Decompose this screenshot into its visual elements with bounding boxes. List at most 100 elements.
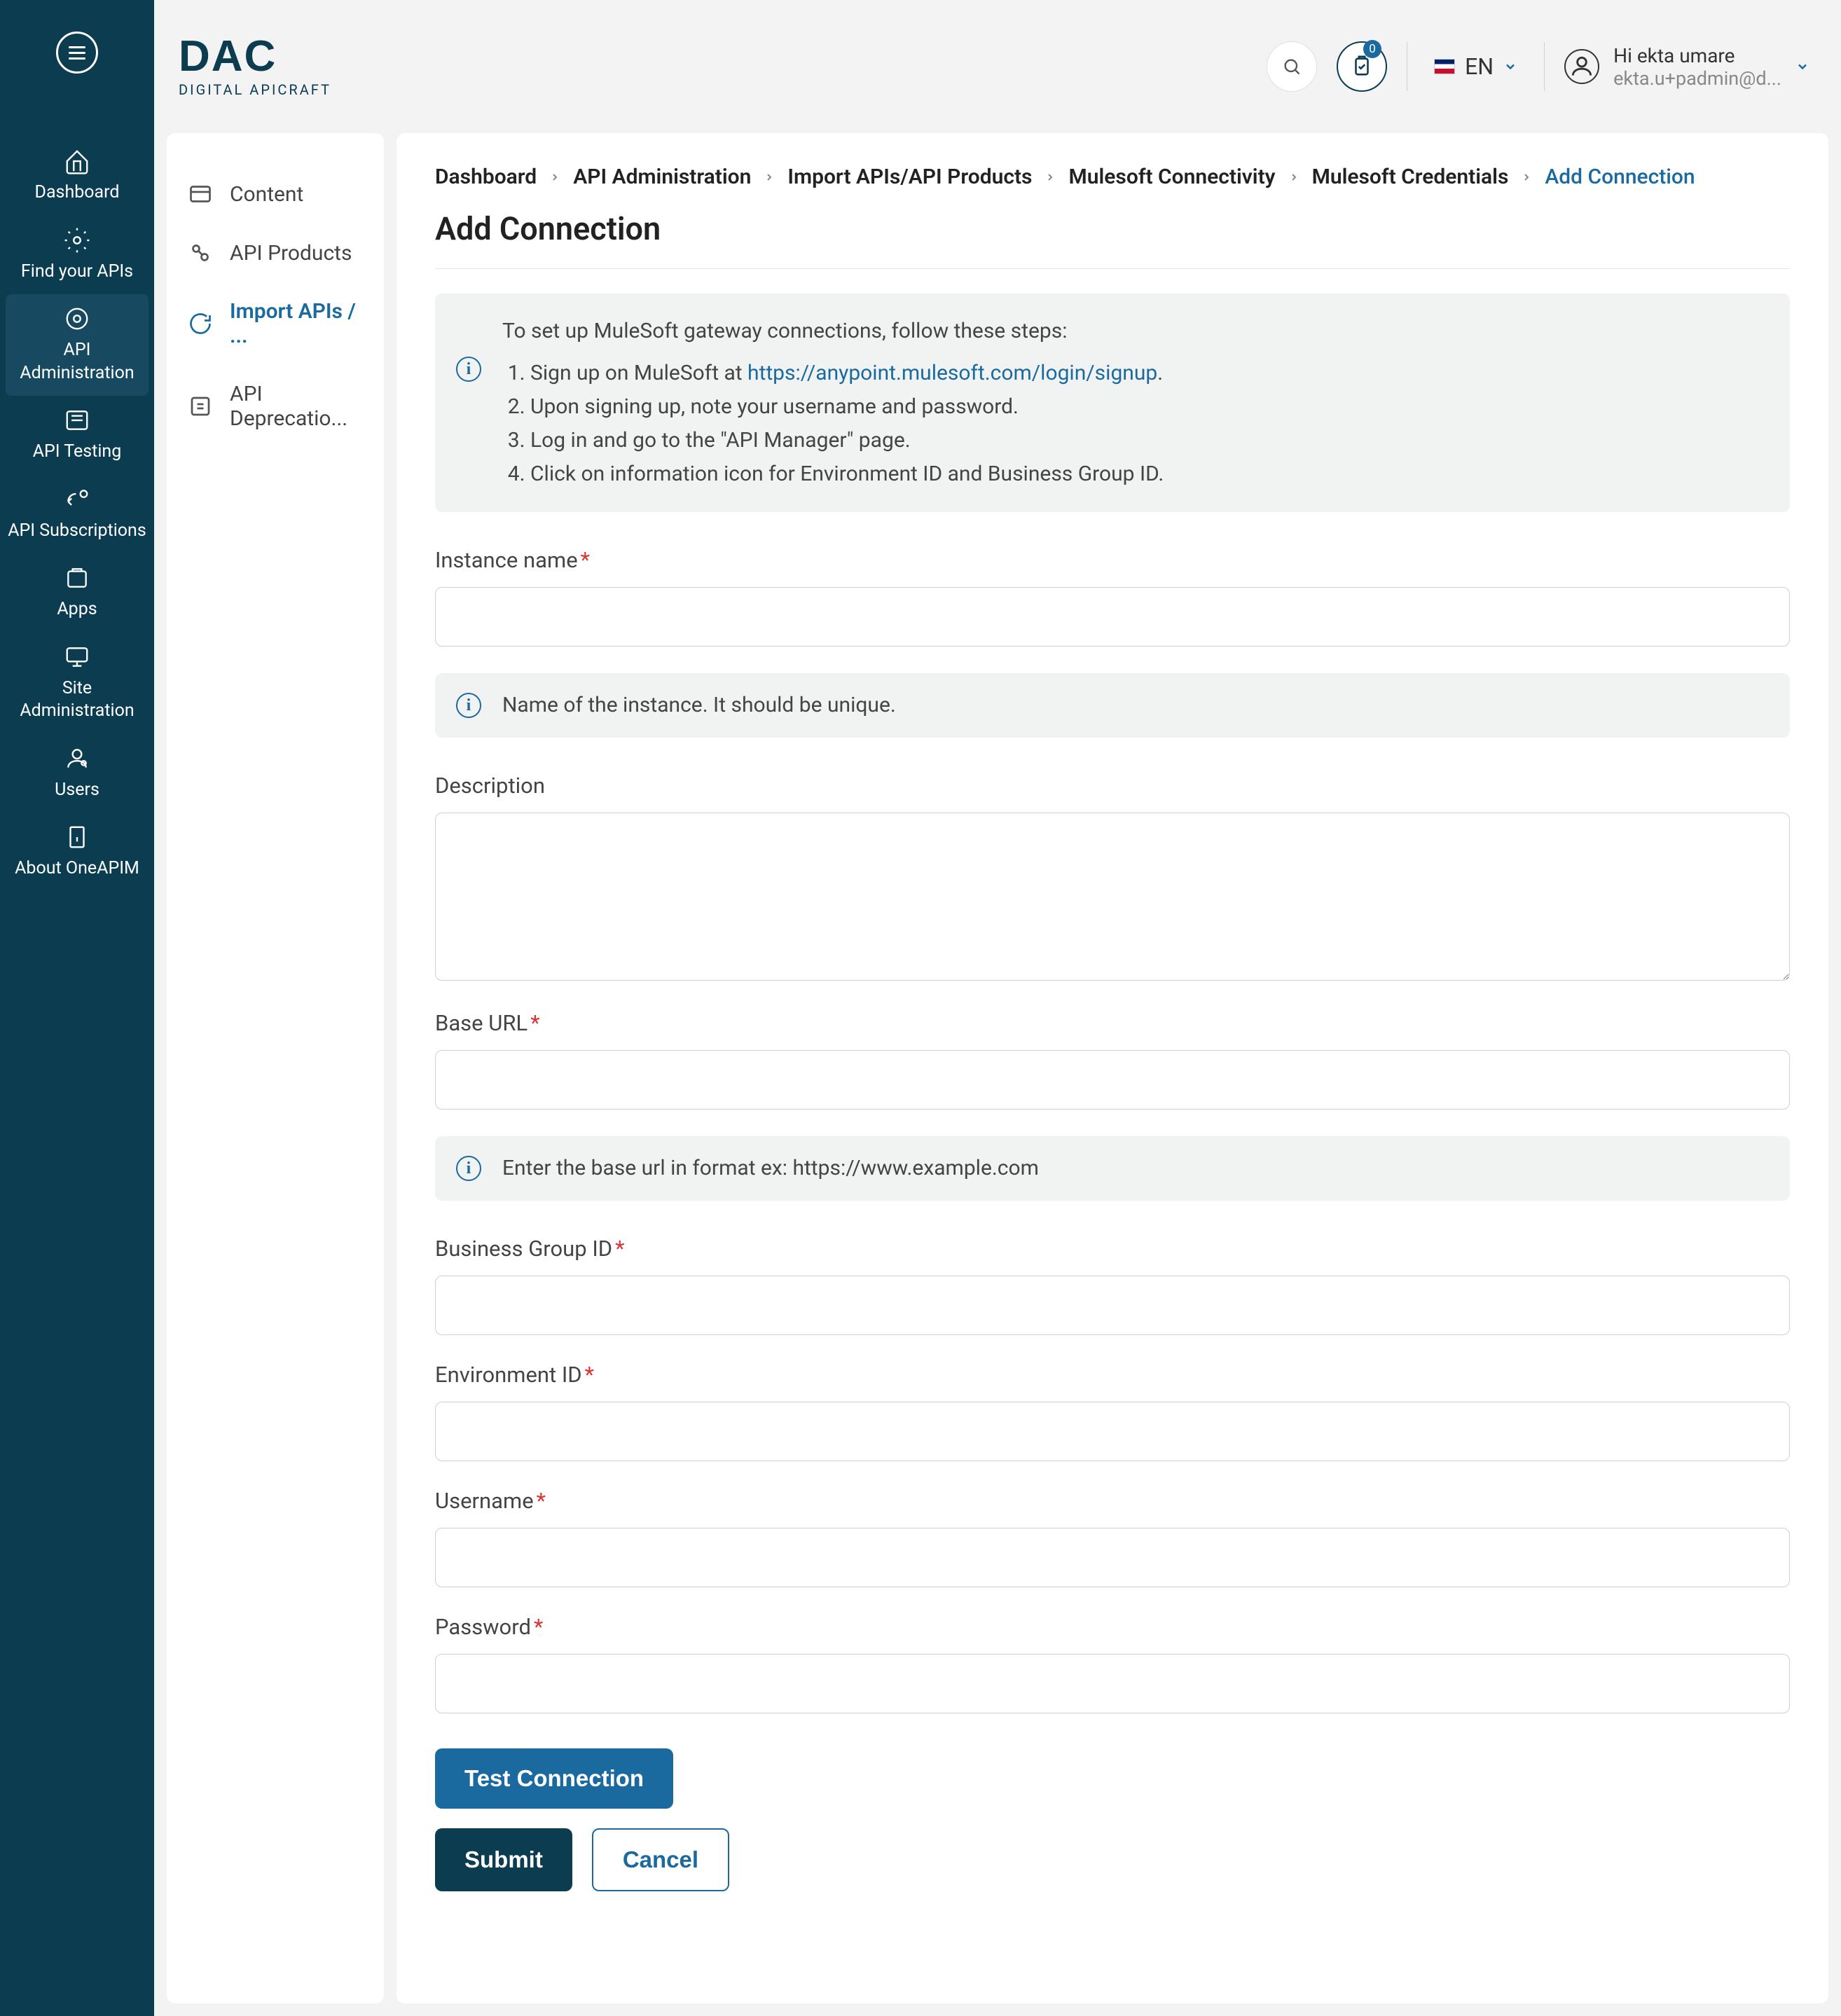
clipboard-icon [1350,55,1374,78]
password-label: Password* [435,1614,1790,1640]
info-icon [456,1156,481,1181]
nav-dashboard-label: Dashboard [35,181,120,205]
user-greeting: Hi ekta umare [1613,44,1781,67]
avatar-icon [1564,49,1599,84]
subnav-api-products[interactable]: API Products [167,223,384,282]
search-button[interactable] [1267,41,1317,92]
api-deprecation-icon [188,394,213,419]
search-icon [1282,57,1302,76]
test-connection-button[interactable]: Test Connection [435,1748,673,1809]
sub-sidebar: Content API Products Import APIs / ... A… [167,133,384,2003]
base-url-input[interactable] [435,1050,1790,1110]
subnav-import-apis[interactable]: Import APIs / ... [167,282,384,365]
instructions-step-4: Click on information icon for Environmen… [530,457,1769,491]
notifications-button[interactable]: 0 [1337,41,1387,92]
topbar: DAC DIGITAL APICRAFT 0 EN [154,0,1841,133]
instructions-step-1: Sign up on MuleSoft at https://anypoint.… [530,357,1769,390]
breadcrumb-item[interactable]: Mulesoft Credentials [1312,165,1509,189]
breadcrumb-item-current: Add Connection [1545,165,1695,189]
setup-instructions: To set up MuleSoft gateway connections, … [435,294,1790,512]
mulesoft-signup-link[interactable]: https://anypoint.mulesoft.com/login/sign… [747,361,1157,385]
api-subs-icon [64,486,90,513]
instructions-intro: To set up MuleSoft gateway connections, … [502,315,1769,348]
breadcrumb-item[interactable]: Mulesoft Connectivity [1068,165,1275,189]
base-url-hint: Enter the base url in format ex: https:/… [435,1136,1790,1201]
nav-apps[interactable]: Apps [0,553,154,633]
api-products-icon [188,240,213,265]
find-apis-icon [64,227,90,254]
chevron-right-icon [1288,172,1299,183]
api-admin-icon [64,305,90,332]
language-selector[interactable]: EN [1427,53,1524,80]
base-url-label: Base URL* [435,1010,1790,1036]
subnav-import-apis-label: Import APIs / ... [230,299,363,348]
subnav-api-products-label: API Products [230,241,352,265]
info-icon [456,693,481,718]
nav-api-testing-label: API Testing [33,441,122,464]
hamburger-menu-button[interactable] [56,32,98,74]
brand-tagline: DIGITAL APICRAFT [179,81,331,98]
instance-name-hint-text: Name of the instance. It should be uniqu… [502,689,1769,722]
notification-badge: 0 [1363,40,1381,58]
nav-api-subs[interactable]: API Subscriptions [0,475,154,554]
apps-icon [64,565,90,591]
nav-about[interactable]: About OneAPIM [0,813,154,892]
user-menu[interactable]: Hi ekta umare ekta.u+padmin@d... [1564,44,1809,90]
separator [1544,42,1545,91]
subnav-content-label: Content [230,182,303,207]
chevron-right-icon [549,172,560,183]
breadcrumb-item[interactable]: Import APIs/API Products [787,165,1032,189]
nav-site-admin[interactable]: Site Administration [0,633,154,734]
password-input[interactable] [435,1654,1790,1713]
import-apis-icon [188,311,213,336]
nav-find-apis-label: Find your APIs [21,261,133,284]
nav-dashboard[interactable]: Dashboard [0,137,154,216]
description-label: Description [435,773,1790,799]
user-email: ekta.u+padmin@d... [1613,67,1781,90]
nav-api-testing[interactable]: API Testing [0,396,154,475]
breadcrumb-item[interactable]: Dashboard [435,165,537,189]
base-url-hint-text: Enter the base url in format ex: https:/… [502,1152,1769,1185]
brand-name: DAC [179,35,331,78]
nav-api-admin-label: API Administration [13,339,142,385]
nav-api-admin[interactable]: API Administration [6,294,149,396]
instance-name-input[interactable] [435,587,1790,647]
subnav-api-deprecation-label: API Deprecatio... [230,382,363,431]
nav-site-admin-label: Site Administration [7,677,147,723]
nav-apps-label: Apps [57,598,97,621]
cancel-button[interactable]: Cancel [592,1828,729,1891]
divider [435,268,1790,269]
description-input[interactable] [435,813,1790,981]
instructions-step-3: Log in and go to the "API Manager" page. [530,424,1769,457]
about-icon [64,824,90,850]
environment-id-label: Environment ID* [435,1362,1790,1388]
main-content: Dashboard API Administration Import APIs… [397,133,1828,2003]
site-admin-icon [64,644,90,670]
flag-icon [1434,59,1455,74]
instance-name-hint: Name of the instance. It should be uniqu… [435,673,1790,738]
instructions-step-2: Upon signing up, note your username and … [530,390,1769,424]
info-icon [456,357,481,382]
language-label: EN [1465,53,1494,80]
nav-find-apis[interactable]: Find your APIs [0,216,154,295]
environment-id-input[interactable] [435,1402,1790,1461]
api-testing-icon [64,407,90,434]
instance-name-label: Instance name* [435,547,1790,573]
brand-logo[interactable]: DAC DIGITAL APICRAFT [179,35,331,98]
hamburger-icon [69,46,85,60]
content-icon [188,181,213,207]
username-label: Username* [435,1488,1790,1514]
username-input[interactable] [435,1528,1790,1587]
subnav-api-deprecation[interactable]: API Deprecatio... [167,365,384,448]
nav-users[interactable]: Users [0,734,154,813]
nav-api-subs-label: API Subscriptions [8,520,146,543]
chevron-down-icon [1795,60,1809,74]
submit-button[interactable]: Submit [435,1828,572,1891]
chevron-right-icon [764,172,775,183]
subnav-content[interactable]: Content [167,165,384,223]
breadcrumb-item[interactable]: API Administration [573,165,751,189]
nav-about-label: About OneAPIM [15,857,139,881]
dashboard-icon [64,148,90,174]
users-icon [64,745,90,772]
business-group-input[interactable] [435,1276,1790,1335]
